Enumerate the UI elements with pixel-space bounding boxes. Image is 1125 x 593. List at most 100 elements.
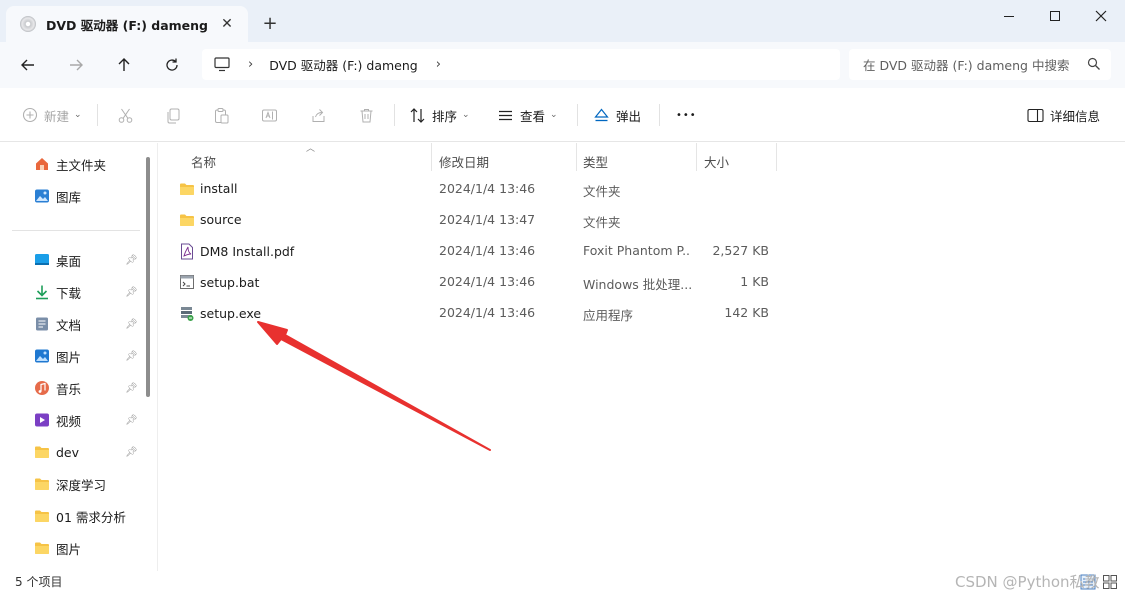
column-header-label: 名称 — [191, 154, 217, 170]
file-type: 文件夹 — [583, 215, 621, 230]
column-divider[interactable] — [576, 143, 577, 171]
file-date: 2024/1/4 13:46 — [439, 181, 536, 196]
sidebar-item-label: dev — [56, 444, 80, 460]
folder-icon — [35, 446, 49, 458]
breadcrumb-dvd-drive[interactable]: DVD 驱动器 (F:) dameng — [269, 55, 418, 74]
details-pane-button[interactable]: 详细信息 — [1027, 103, 1100, 127]
forward-button[interactable] — [62, 51, 90, 79]
chevron-right-icon: › — [248, 57, 254, 72]
home-icon — [36, 158, 48, 170]
rename-button[interactable] — [261, 103, 278, 127]
table-row[interactable]: source 2024/1/4 13:47 文件夹 — [159, 207, 1125, 235]
eject-icon — [594, 108, 609, 121]
scissors-icon — [118, 108, 133, 123]
refresh-button[interactable] — [158, 51, 186, 79]
file-name: source — [200, 212, 242, 227]
pdf-icon — [181, 243, 193, 260]
pin-icon: 📌︎ — [125, 287, 138, 298]
column-header-size[interactable]: 大小 — [704, 149, 729, 173]
title-bar: DVD 驱动器 (F:) dameng ✕ + — [0, 0, 1125, 42]
chevron-down-icon: ⌄ — [74, 110, 82, 120]
sidebar-item-label: 深度学习 — [56, 477, 107, 493]
navigation-bar: › DVD 驱动器 (F:) dameng › 在 DVD 驱动器 (F:) d… — [0, 42, 1125, 88]
column-header-label: 修改日期 — [439, 154, 490, 170]
table-row[interactable]: setup.bat 2024/1/4 13:46 Windows 批处理... … — [159, 269, 1125, 297]
tiles-view-button[interactable] — [1102, 574, 1118, 590]
search-icon — [1087, 57, 1100, 70]
delete-button[interactable] — [358, 103, 375, 127]
maximize-button[interactable] — [1032, 0, 1078, 32]
search-box[interactable]: 在 DVD 驱动器 (F:) dameng 中搜索 — [849, 49, 1111, 80]
sidebar-item-deep-learning[interactable]: 深度学习 — [34, 473, 144, 495]
share-button[interactable] — [310, 103, 327, 127]
divider — [577, 104, 578, 126]
table-row[interactable]: install 2024/1/4 13:46 文件夹 — [159, 176, 1125, 204]
maximize-icon — [1050, 11, 1060, 21]
sidebar-item-requirements[interactable]: 01 需求分析 — [34, 505, 144, 527]
address-bar[interactable]: › DVD 驱动器 (F:) dameng › — [202, 49, 840, 80]
column-divider[interactable] — [431, 143, 432, 171]
sidebar-item-label: 图片 — [56, 541, 82, 557]
tiles-view-icon — [1103, 575, 1117, 589]
sort-button[interactable]: 排序 ⌄ — [409, 103, 470, 127]
file-size: 142 KB — [724, 305, 769, 320]
close-window-button[interactable] — [1078, 0, 1124, 32]
new-button[interactable]: 新建 ⌄ — [22, 103, 82, 127]
eject-button[interactable]: 弹出 — [593, 103, 641, 127]
column-header-type[interactable]: 类型 — [583, 149, 608, 173]
document-icon — [36, 317, 48, 331]
forward-arrow-icon — [70, 59, 83, 71]
chevron-down-icon: ⌄ — [462, 110, 470, 120]
column-header-date[interactable]: 修改日期 — [439, 149, 489, 173]
minimize-button[interactable] — [986, 0, 1032, 32]
paste-button[interactable] — [213, 103, 230, 127]
file-type: Foxit Phantom P... — [583, 243, 691, 258]
sidebar-item-label: 桌面 — [56, 253, 82, 269]
more-options-button[interactable]: ••• — [676, 103, 697, 127]
sort-ascending-icon: ︿ — [306, 144, 316, 154]
up-button[interactable] — [110, 51, 138, 79]
copy-button[interactable] — [165, 103, 182, 127]
new-tab-button[interactable]: + — [258, 12, 282, 36]
divider — [659, 104, 660, 126]
file-size: 2,527 KB — [712, 243, 769, 258]
sidebar-item-gallery[interactable]: 图库 — [34, 185, 144, 207]
more-icon: ••• — [676, 109, 697, 121]
sidebar-item-home[interactable]: 主文件夹 — [34, 153, 144, 175]
close-tab-icon[interactable]: ✕ — [218, 15, 236, 33]
file-type: 文件夹 — [583, 184, 621, 199]
back-button[interactable] — [14, 51, 42, 79]
file-type: Windows 批处理... — [583, 277, 691, 292]
navigation-pane: 主文件夹 图库 桌面 📌︎ 下载 📌︎ 文档 📌︎ 图片 📌︎ 音乐 📌︎ 视频… — [0, 143, 158, 571]
column-header-name[interactable]: 名称 — [191, 149, 216, 173]
column-divider[interactable] — [776, 143, 777, 171]
file-name-cell: source — [179, 212, 242, 227]
sidebar-item-label: 音乐 — [56, 381, 82, 397]
file-date: 2024/1/4 13:46 — [439, 305, 536, 320]
view-list-icon — [499, 110, 512, 120]
sidebar-item-label: 视频 — [56, 413, 82, 429]
pin-icon: 📌︎ — [125, 319, 138, 330]
cut-button[interactable] — [117, 103, 134, 127]
chevron-right-icon[interactable]: › — [436, 57, 441, 72]
sidebar-scrollbar[interactable] — [146, 157, 150, 397]
close-icon — [1095, 10, 1107, 22]
trash-icon — [360, 108, 373, 122]
sidebar-item-pictures-folder[interactable]: 图片 — [34, 537, 144, 559]
column-divider[interactable] — [696, 143, 697, 171]
tab-title: DVD 驱动器 (F:) dameng — [46, 17, 208, 33]
sidebar-item-label: 下载 — [56, 285, 82, 301]
item-count: 5 个项目 — [15, 575, 63, 589]
table-row[interactable]: setup.exe 2024/1/4 13:46 应用程序 142 KB — [159, 300, 1125, 328]
tab-active[interactable]: DVD 驱动器 (F:) dameng ✕ — [6, 6, 248, 42]
search-placeholder: 在 DVD 驱动器 (F:) dameng 中搜索 — [863, 58, 1070, 73]
pictures-icon — [35, 349, 49, 363]
sidebar-item-label: 图库 — [56, 189, 82, 205]
music-icon — [35, 381, 49, 395]
table-row[interactable]: DM8 Install.pdf 2024/1/4 13:46 Foxit Pha… — [159, 238, 1125, 266]
sidebar-item-label: 主文件夹 — [56, 157, 107, 173]
video-icon — [35, 413, 49, 427]
view-button[interactable]: 查看 ⌄ — [497, 103, 558, 127]
file-name: setup.exe — [200, 306, 262, 321]
setup-exe-icon — [181, 307, 194, 321]
